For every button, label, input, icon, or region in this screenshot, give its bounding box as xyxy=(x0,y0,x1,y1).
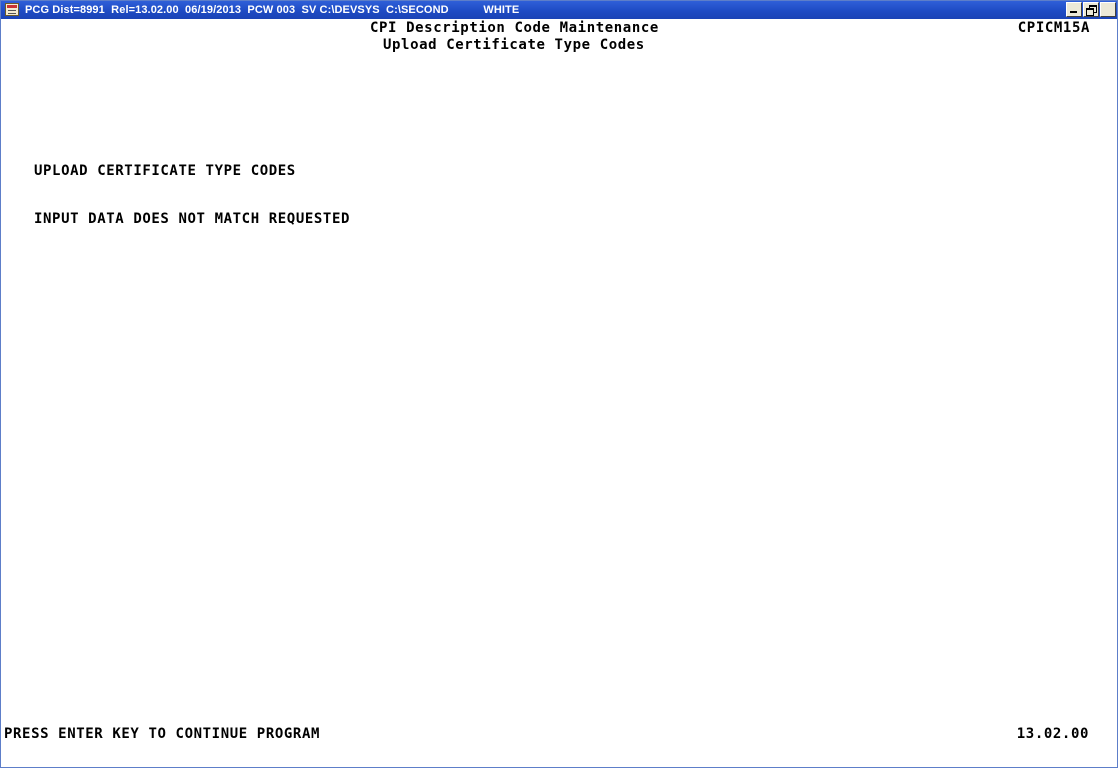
window-titlebar[interactable]: PCG Dist=8991 Rel=13.02.00 06/19/2013 PC… xyxy=(1,1,1117,19)
close-button[interactable]: × xyxy=(1100,2,1116,17)
restore-button[interactable] xyxy=(1083,2,1099,17)
program-id: CPICM15A xyxy=(1017,20,1090,36)
minimize-button[interactable] xyxy=(1066,2,1082,17)
window-title: PCG Dist=8991 Rel=13.02.00 06/19/2013 PC… xyxy=(25,4,520,16)
window-controls: × xyxy=(1066,2,1116,18)
section-title: UPLOAD CERTIFICATE TYPE CODES xyxy=(34,163,296,179)
app-icon[interactable] xyxy=(5,3,19,16)
screen-title: CPI Description Code Maintenance xyxy=(370,20,659,36)
terminal-screen[interactable]: CPI Description Code Maintenance Upload … xyxy=(1,19,1117,767)
status-prompt: PRESS ENTER KEY TO CONTINUE PROGRAM xyxy=(4,726,321,742)
screen-subtitle: Upload Certificate Type Codes xyxy=(383,37,645,53)
terminal-window: PCG Dist=8991 Rel=13.02.00 06/19/2013 PC… xyxy=(0,0,1118,768)
error-message: INPUT DATA DOES NOT MATCH REQUESTED xyxy=(34,211,351,227)
version-number: 13.02.00 xyxy=(1016,726,1089,742)
